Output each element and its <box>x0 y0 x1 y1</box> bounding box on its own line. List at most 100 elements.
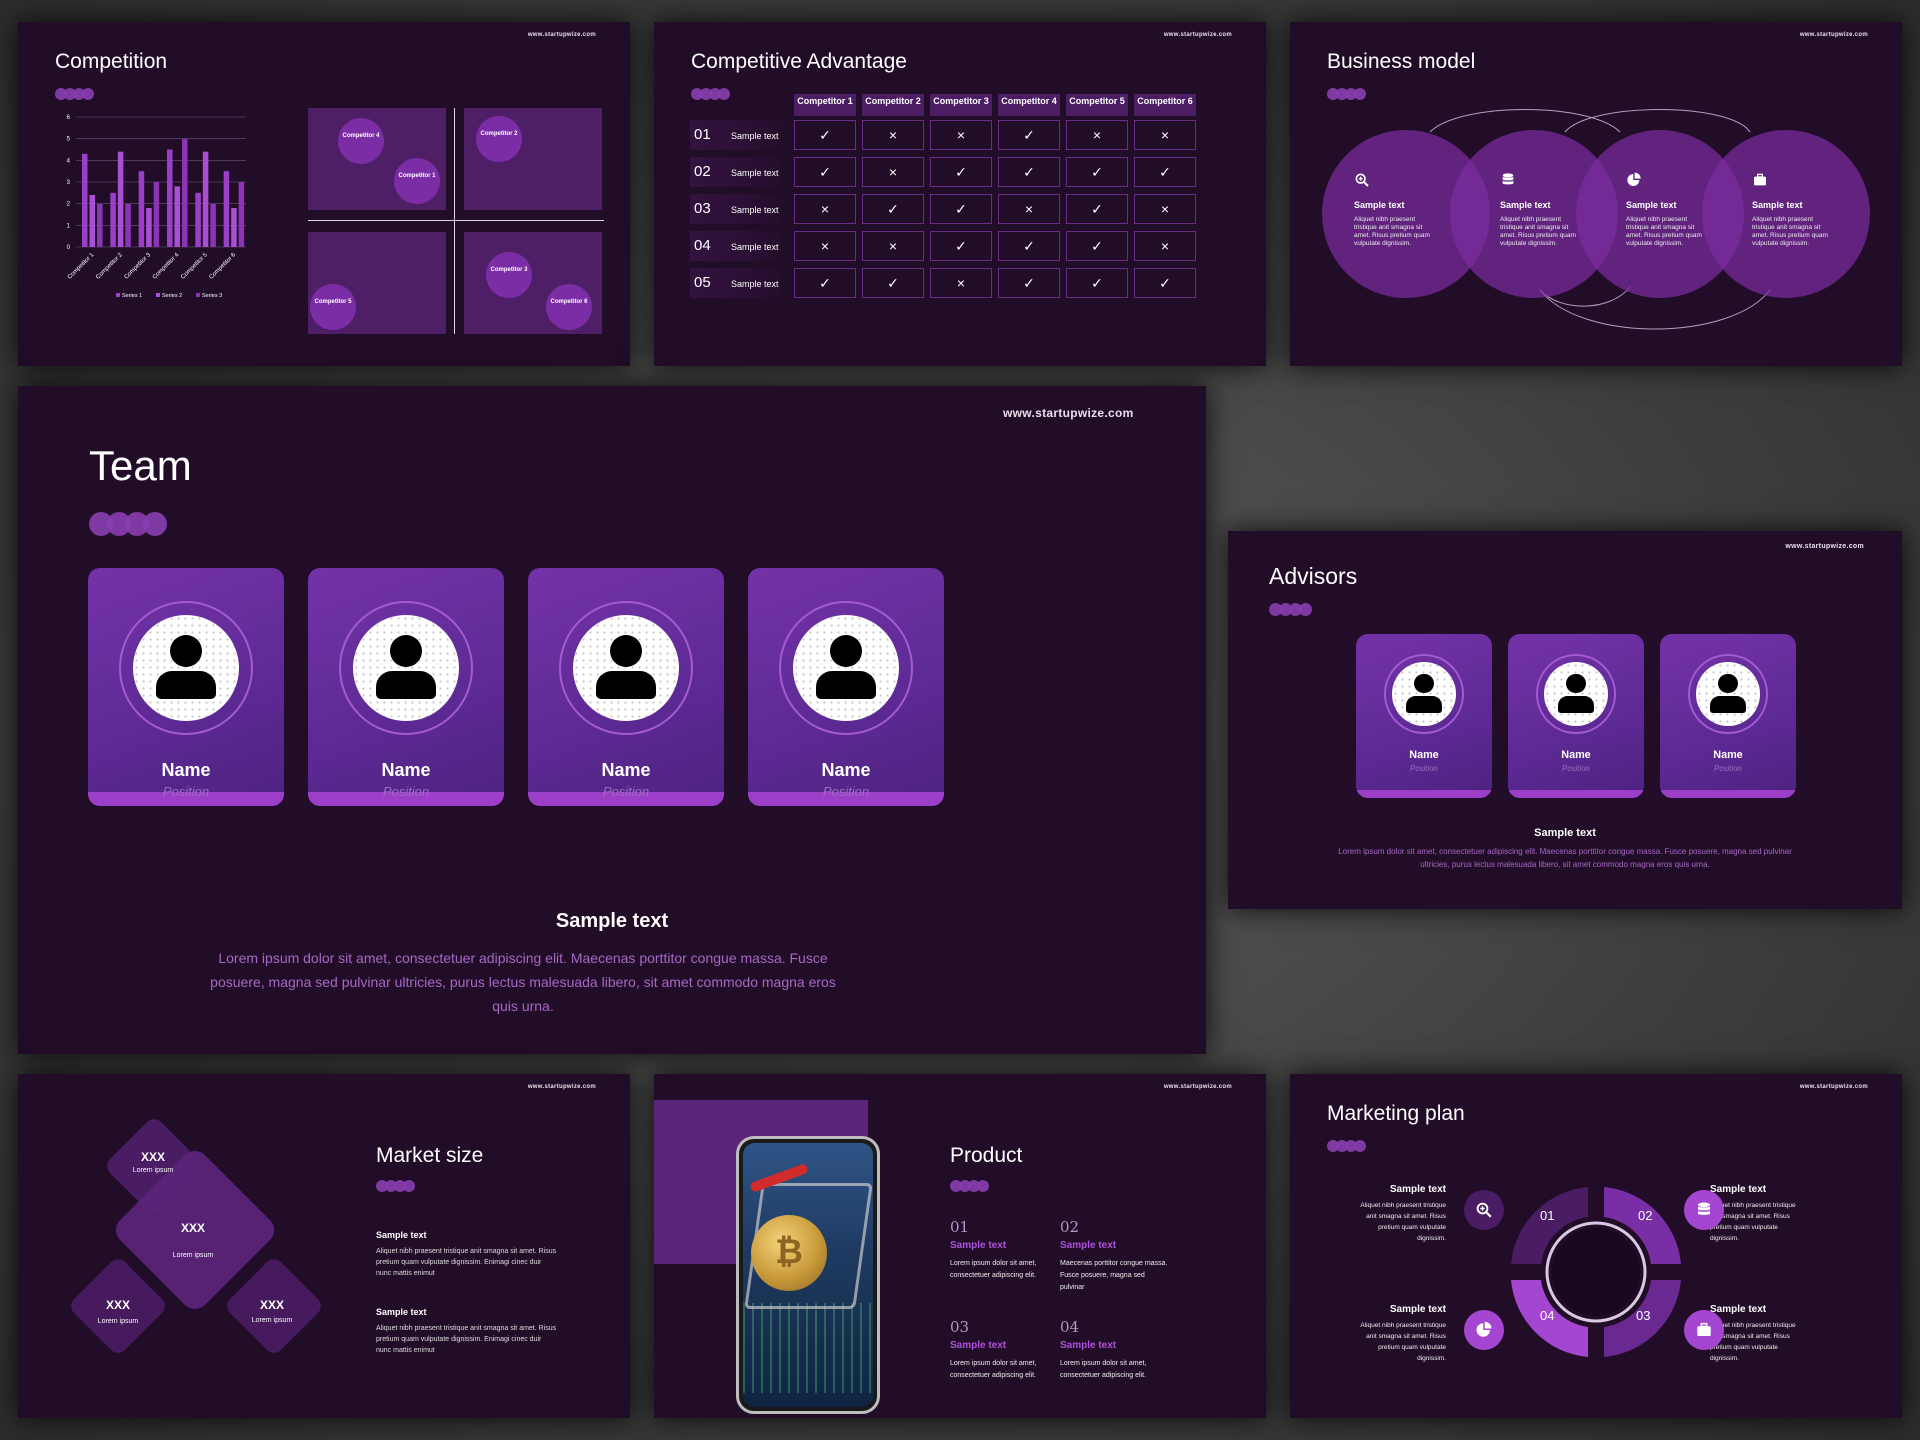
table-cell: ✓ <box>998 120 1060 150</box>
column-header: Competitor 6 <box>1134 94 1196 116</box>
team-member-card[interactable]: Name Position <box>528 568 724 806</box>
slide-title: Competitive Advantage <box>691 50 907 73</box>
product-item-title: Sample text <box>1060 1240 1117 1251</box>
business-item-text: Aliquet nibh praesent tristique anit sma… <box>1752 216 1828 247</box>
advisor-card[interactable]: Name Position <box>1660 634 1796 798</box>
y-tick-label: 3 <box>67 180 71 186</box>
x-tick-label: Competitor 4 <box>152 252 181 281</box>
diamond-left-value: XXX <box>105 1298 130 1312</box>
marketing-item-title: Sample text <box>1710 1184 1767 1195</box>
slide-title: Market size <box>376 1144 484 1167</box>
column-header: Competitor 3 <box>930 94 992 116</box>
table-cell: ✓ <box>1134 268 1196 298</box>
marketing-icon-circle <box>1464 1190 1504 1230</box>
title-dots <box>1269 603 1312 616</box>
bar-series-3 <box>125 203 131 247</box>
slide-advisors[interactable]: www.startupwize.com Advisors Sample text… <box>1228 531 1902 909</box>
avatar <box>133 615 239 721</box>
y-tick-label: 5 <box>67 137 71 143</box>
row-label: Sample text <box>731 131 779 141</box>
cycle-step-label: 02 <box>1638 1208 1653 1223</box>
team-member-card[interactable]: Name Position <box>88 568 284 806</box>
diamond-right-label: Lorem ipsum <box>251 1317 293 1324</box>
table-cell: × <box>998 194 1060 224</box>
table-cell: × <box>862 231 924 261</box>
table-cell: ✓ <box>930 231 992 261</box>
market-block-text: Aliquet nibh praesent tristique anit sma… <box>376 1325 557 1354</box>
card-accent-bar <box>1660 790 1796 798</box>
person-icon-head <box>1414 674 1434 694</box>
card-accent-bar <box>1508 790 1644 798</box>
slide-product[interactable]: www.startupwize.com ₿ Product 01 Sample t… <box>654 1074 1266 1418</box>
avatar <box>793 615 899 721</box>
diamond-right-value: XXX <box>259 1298 284 1312</box>
person-icon-head <box>610 635 642 667</box>
row-label: Sample text <box>731 242 779 252</box>
table-cell: ✓ <box>998 268 1060 298</box>
diamond-left-label: Lorem ipsum <box>97 1318 139 1325</box>
avatar <box>353 615 459 721</box>
advisor-card[interactable]: Name Position <box>1356 634 1492 798</box>
slide-team[interactable]: www.startupwize.com Team Sample text Lor… <box>18 386 1206 1054</box>
slide-url: www.startupwize.com <box>1163 1084 1232 1090</box>
product-item-number: 02 <box>1060 1218 1080 1236</box>
business-item-title: Sample text <box>1500 200 1551 210</box>
column-header: Competitor 5 <box>1066 94 1128 116</box>
marketing-icon-circle <box>1684 1190 1724 1230</box>
bar-series-1 <box>82 153 88 247</box>
advisor-card[interactable]: Name Position <box>1508 634 1644 798</box>
legend-label: Series 1 <box>122 293 142 299</box>
slide-competitive-advantage[interactable]: www.startupwize.com Competitive Advantag… <box>654 22 1266 366</box>
person-icon-body <box>1405 695 1442 713</box>
person-icon-head <box>1718 674 1738 694</box>
matrix-x-axis <box>308 220 604 221</box>
avatar <box>1392 662 1456 726</box>
diamond-top-value: XXX <box>140 1150 165 1164</box>
business-item-icon-wrap <box>1500 172 1516 193</box>
product-item-title: Sample text <box>1060 1340 1117 1351</box>
table-cell: × <box>930 268 992 298</box>
slide-url: www.startupwize.com <box>527 1084 596 1090</box>
bitcoin-symbol: ₿ <box>775 1233 803 1271</box>
row-label: Sample text <box>731 279 779 289</box>
marketing-item-title: Sample text <box>1710 1304 1767 1315</box>
bar-series-2 <box>174 186 180 247</box>
slide-title: Product <box>950 1144 1023 1167</box>
member-name: Name <box>1409 749 1439 762</box>
person-icon-head <box>170 635 202 667</box>
slide-business-model[interactable]: www.startupwize.com Business model Sampl… <box>1290 22 1902 366</box>
person-icon-body <box>156 671 216 699</box>
y-tick-label: 1 <box>67 223 71 229</box>
team-subtitle: Sample text <box>555 910 669 932</box>
avatar <box>1696 662 1760 726</box>
team-member-card[interactable]: Name Position <box>748 568 944 806</box>
table-cell: × <box>1134 120 1196 150</box>
person-icon-body <box>1557 695 1594 713</box>
business-item-icon-wrap <box>1752 172 1768 193</box>
slide-competition[interactable]: www.startupwize.com Competition 0 1 2 3 4 5 6 C… <box>18 22 630 366</box>
business-item-text: Aliquet nibh praesent tristique anit sma… <box>1354 216 1430 247</box>
table-cell: × <box>1134 194 1196 224</box>
product-item-title: Sample text <box>950 1240 1007 1251</box>
legend-label: Series 3 <box>202 293 222 299</box>
row-number: 04 <box>694 237 711 254</box>
table-cell: ✓ <box>1066 194 1128 224</box>
slide-market-size[interactable]: www.startupwize.com XXX Lorem ipsum XXX … <box>18 1074 630 1418</box>
marketing-item-text: Aliquet nibh praesent tristique anit sma… <box>1360 1322 1446 1362</box>
search-plus-icon <box>1476 1202 1492 1218</box>
x-tick-label: Competitor 3 <box>124 252 153 281</box>
product-item-text: Lorem ipsum dolor sit amet, consectetuer… <box>950 1360 1037 1379</box>
member-position: Position <box>1714 763 1742 773</box>
marketing-item-title: Sample text <box>1389 1184 1446 1195</box>
member-name: Name <box>601 760 651 780</box>
matrix-bubble: Competitor 4 <box>338 118 384 164</box>
slide-marketing-plan[interactable]: www.startupwize.com Marketing plan 01 02… <box>1290 1074 1902 1418</box>
bar-series-2 <box>231 208 237 247</box>
team-member-card[interactable]: Name Position <box>308 568 504 806</box>
row-label: Sample text <box>731 168 779 178</box>
business-item-title: Sample text <box>1354 200 1405 210</box>
matrix-bubble: Competitor 6 <box>546 284 592 330</box>
table-cell: ✓ <box>794 120 856 150</box>
member-position: Position <box>822 784 870 799</box>
table-cell: ✓ <box>998 157 1060 187</box>
